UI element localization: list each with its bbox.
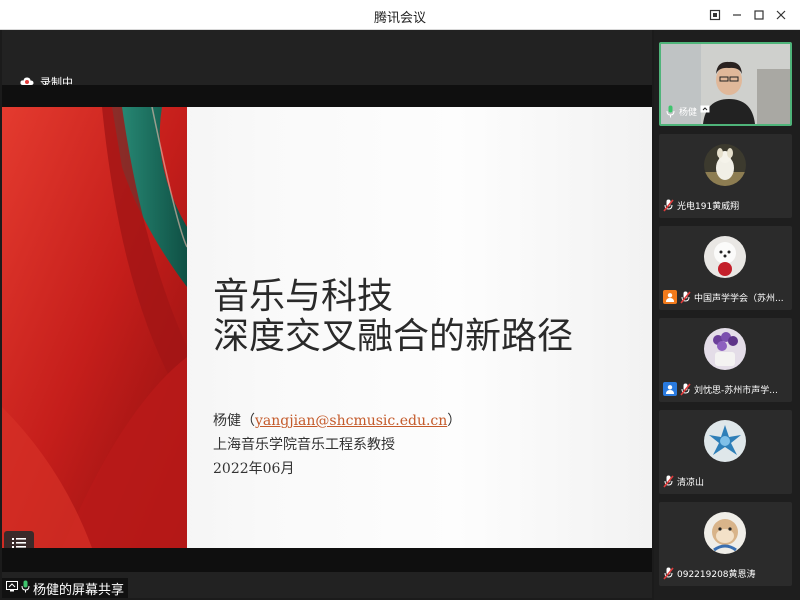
participant-tile-2[interactable]: 光电191黄威翔 xyxy=(659,134,792,218)
slide-letterbox-top xyxy=(2,85,652,107)
mic-muted-icon xyxy=(680,290,691,304)
participant-name: 清凉山 xyxy=(677,478,705,488)
author-email-link[interactable]: yangjian@shcmusic.edu.cn xyxy=(255,413,447,429)
slide-title: 音乐与科技 深度交叉融合的新路径 xyxy=(213,277,573,357)
slide-menu-button[interactable] xyxy=(4,531,34,548)
slide-author: 杨健（yangjian@shcmusic.edu.cn） xyxy=(213,410,461,430)
red-ribbon-art xyxy=(2,107,187,548)
avatar xyxy=(704,420,746,462)
close-icon[interactable] xyxy=(770,4,792,26)
participant-name-row: 杨健 xyxy=(665,105,710,118)
window-title: 腾讯会议 xyxy=(373,11,426,26)
participant-tile-6[interactable]: 092219208黄恩涛 xyxy=(659,502,792,586)
screen-share-area: 录制中 音乐与科技 深度交叉融合的新路径 杨健（yangjian@shcmusi… xyxy=(2,30,652,598)
screen-share-icon xyxy=(700,105,710,118)
author-name: 杨健（ xyxy=(213,413,255,429)
mic-on-icon xyxy=(665,105,676,118)
user-icon xyxy=(663,290,677,304)
screen-share-icon xyxy=(6,580,18,596)
participant-name-row: 清凉山 xyxy=(663,475,704,488)
slide-title-line1: 音乐与科技 xyxy=(213,276,394,317)
mic-on-icon xyxy=(21,580,30,597)
slide-letterbox-bottom xyxy=(2,548,652,572)
maximize-icon[interactable] xyxy=(748,4,770,26)
participant-panel: 杨健 光电191黄威翔 中国声学学会（苏州... 刘忱思-苏州市声学... 清凉… xyxy=(654,30,800,600)
screen-share-owner: 杨健的屏幕共享 xyxy=(33,582,125,598)
mic-muted-icon xyxy=(663,199,674,212)
window-controls xyxy=(704,4,792,26)
mic-muted-icon xyxy=(663,567,674,580)
avatar xyxy=(704,236,746,278)
participant-name: 中国声学学会（苏州... xyxy=(694,293,784,304)
participant-name-row: 刘忱思-苏州市声学... xyxy=(663,382,778,396)
pin-icon[interactable] xyxy=(704,4,726,26)
avatar xyxy=(704,144,746,186)
participant-name: 杨健 xyxy=(679,108,698,118)
user-icon xyxy=(663,382,677,396)
author-close: ） xyxy=(447,413,462,429)
participant-name: 光电191黄威翔 xyxy=(677,202,740,212)
screen-share-label: 杨健的屏幕共享 xyxy=(2,578,129,598)
participant-tile-5[interactable]: 清凉山 xyxy=(659,410,792,494)
avatar xyxy=(704,328,746,370)
participant-tile-3[interactable]: 中国声学学会（苏州... xyxy=(659,226,792,310)
list-icon xyxy=(12,537,26,548)
slide-date: 2022年06月 xyxy=(213,461,295,477)
participant-name-row: 中国声学学会（苏州... xyxy=(663,290,784,304)
slide-affiliation: 上海音乐学院音乐工程系教授 xyxy=(213,437,395,453)
participant-name-row: 光电191黄威翔 xyxy=(663,199,739,212)
participant-tile-4[interactable]: 刘忱思-苏州市声学... xyxy=(659,318,792,402)
participant-name: 092219208黄恩涛 xyxy=(677,570,756,580)
meeting-window: 腾讯会议 录制中 音乐与科技 深度交叉融合的新路径 杨健（yangjian@sh… xyxy=(0,0,800,600)
participant-name: 刘忱思-苏州市声学... xyxy=(694,385,778,396)
avatar xyxy=(704,512,746,554)
participant-name-row: 092219208黄恩涛 xyxy=(663,567,756,580)
mic-muted-icon xyxy=(663,475,674,488)
title-bar: 腾讯会议 xyxy=(0,0,800,30)
minimize-icon[interactable] xyxy=(726,4,748,26)
slide-title-line2: 深度交叉融合的新路径 xyxy=(213,316,574,357)
presentation-slide: 音乐与科技 深度交叉融合的新路径 杨健（yangjian@shcmusic.ed… xyxy=(2,107,652,548)
mic-muted-icon xyxy=(680,382,691,396)
participant-tile-1[interactable]: 杨健 xyxy=(659,42,792,126)
